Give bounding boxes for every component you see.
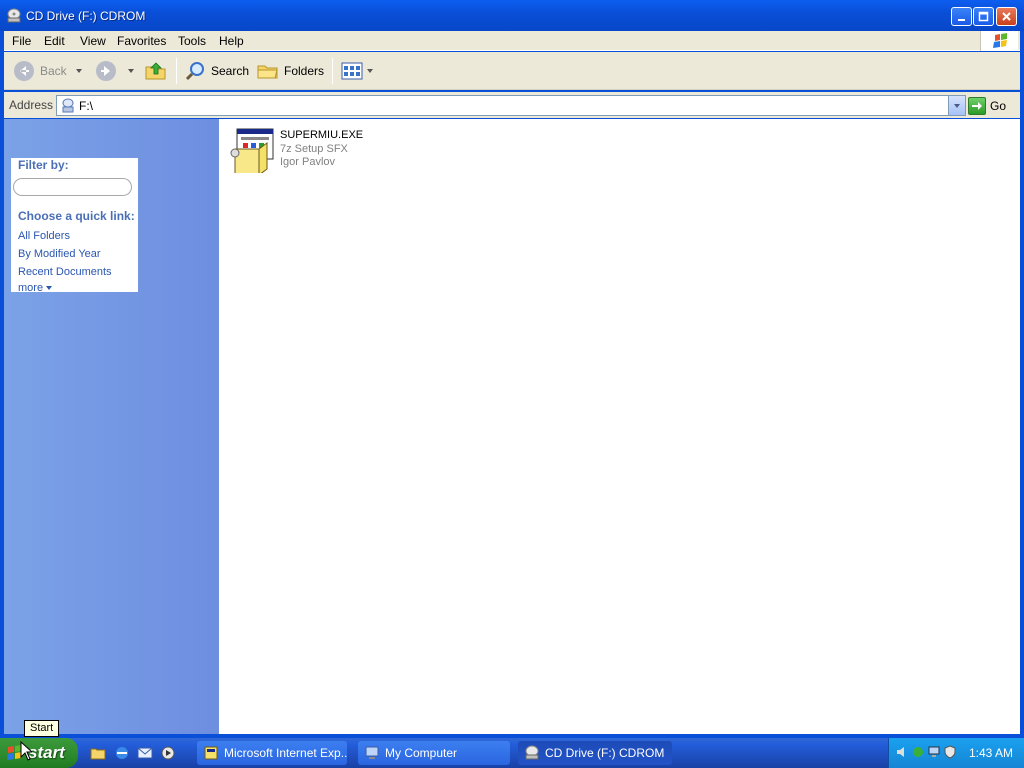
forward-arrow-icon <box>96 61 116 81</box>
toolbar-separator <box>332 58 333 84</box>
maximize-button[interactable] <box>973 7 994 26</box>
start-label: start <box>28 743 65 762</box>
close-icon <box>1002 12 1011 21</box>
views-grid-icon <box>341 62 363 80</box>
file-company: Igor Pavlov <box>280 156 336 168</box>
address-label: Address <box>9 98 54 112</box>
windows-flag-icon <box>993 33 1007 48</box>
internet-explorer-icon[interactable] <box>114 745 130 761</box>
menu-bar: File Edit View Favorites Tools Help <box>4 31 1020 51</box>
forward-dropdown[interactable] <box>128 58 134 84</box>
quick-link-heading: Choose a quick link: <box>18 209 135 223</box>
more-link[interactable]: more <box>18 282 53 294</box>
filter-panel: Filter by: Choose a quick link: All Fold… <box>11 158 138 294</box>
file-description: 7z Setup SFX <box>280 143 348 155</box>
back-label: Back <box>40 64 67 78</box>
forward-button[interactable] <box>94 58 118 84</box>
task-cd-drive[interactable]: CD Drive (F:) CDROM <box>518 741 672 765</box>
menu-view[interactable]: View <box>80 34 106 48</box>
chevron-down-icon <box>76 69 82 73</box>
cd-drive-icon <box>62 98 74 113</box>
chevron-down-icon <box>46 286 53 291</box>
search-label: Search <box>211 64 250 78</box>
filter-input[interactable] <box>13 178 132 196</box>
task-label: My Computer <box>385 746 458 760</box>
menu-file[interactable]: File <box>12 34 31 48</box>
search-button[interactable]: Search <box>184 58 249 84</box>
window-right-border <box>1020 31 1024 738</box>
search-icon <box>185 62 204 81</box>
close-button[interactable] <box>996 7 1017 26</box>
task-my-computer[interactable]: My Computer <box>358 741 510 765</box>
security-shield-icon[interactable] <box>943 745 957 759</box>
menu-tools[interactable]: Tools <box>178 34 206 48</box>
more-label: more <box>18 282 44 294</box>
outlook-express-icon[interactable] <box>137 745 153 761</box>
standard-toolbar: Back Search Folders <box>4 52 1020 90</box>
task-pane: Filter by: Choose a quick link: All Fold… <box>4 119 216 734</box>
media-player-icon[interactable] <box>160 745 176 761</box>
up-folder-button[interactable] <box>144 58 168 84</box>
chevron-down-icon <box>367 69 373 73</box>
installer-icon <box>204 746 218 760</box>
go-button[interactable]: Go <box>968 97 1006 115</box>
network-icon[interactable] <box>927 745 941 759</box>
file-list-area[interactable]: SUPERMIU.EXE 7z Setup SFX Igor Pavlov <box>216 119 1020 734</box>
views-button[interactable] <box>340 58 373 84</box>
chevron-down-icon <box>954 103 960 108</box>
go-arrow-icon <box>968 97 986 115</box>
menu-favorites[interactable]: Favorites <box>117 34 166 48</box>
taskbar: start Microsoft Internet Exp... My Compu… <box>0 738 1024 768</box>
title-bar[interactable]: CD Drive (F:) CDROM <box>0 0 1024 31</box>
go-label: Go <box>990 99 1007 113</box>
system-tray: 1:43 AM <box>888 738 1024 768</box>
task-label: CD Drive (F:) CDROM <box>545 746 665 760</box>
address-input[interactable]: F:\ <box>56 95 966 116</box>
minimize-icon <box>958 19 965 21</box>
back-dropdown[interactable] <box>76 58 82 84</box>
window-title: CD Drive (F:) CDROM <box>26 9 146 23</box>
address-bar: Address F:\ Go <box>4 92 1020 118</box>
minimize-button[interactable] <box>951 7 972 26</box>
back-button[interactable]: Back <box>12 58 67 84</box>
chevron-down-icon <box>128 69 134 73</box>
start-tooltip: Start <box>24 720 60 737</box>
menu-edit[interactable]: Edit <box>44 34 65 48</box>
file-item[interactable]: SUPERMIU.EXE 7z Setup SFX Igor Pavlov <box>229 125 429 175</box>
toolbar-separator <box>176 58 177 84</box>
start-button[interactable]: start <box>0 738 78 768</box>
file-name: SUPERMIU.EXE <box>280 129 364 141</box>
mouse-cursor-icon <box>20 741 32 761</box>
cd-drive-icon <box>7 8 21 23</box>
safely-remove-hardware-icon[interactable] <box>911 745 925 759</box>
filter-heading: Filter by: <box>18 158 69 172</box>
folders-label: Folders <box>284 64 325 78</box>
setup-installer-icon <box>230 128 274 173</box>
address-dropdown-button[interactable] <box>948 96 965 115</box>
up-folder-icon <box>145 62 166 80</box>
task-internet-explorer[interactable]: Microsoft Internet Exp... <box>197 741 347 765</box>
back-arrow-icon <box>14 61 34 81</box>
task-label: Microsoft Internet Exp... <box>224 746 347 760</box>
computer-icon <box>365 746 379 759</box>
quick-link-recent-documents[interactable]: Recent Documents <box>18 266 112 278</box>
quick-link-all-folders[interactable]: All Folders <box>18 230 70 242</box>
folder-icon <box>257 65 278 79</box>
cd-drive-icon <box>525 745 539 760</box>
quick-link-by-modified-year[interactable]: By Modified Year <box>18 248 101 260</box>
address-value: F:\ <box>79 99 93 113</box>
clock: 1:43 AM <box>969 746 1014 760</box>
show-desktop-folder-icon[interactable] <box>90 745 106 761</box>
explorer-window: CD Drive (F:) CDROM File Edit View Favor… <box>0 0 1024 738</box>
volume-icon[interactable] <box>895 745 909 759</box>
windows-logo <box>980 31 1018 51</box>
menu-help[interactable]: Help <box>219 34 244 48</box>
maximize-icon <box>978 11 989 22</box>
folders-button[interactable]: Folders <box>256 58 324 84</box>
